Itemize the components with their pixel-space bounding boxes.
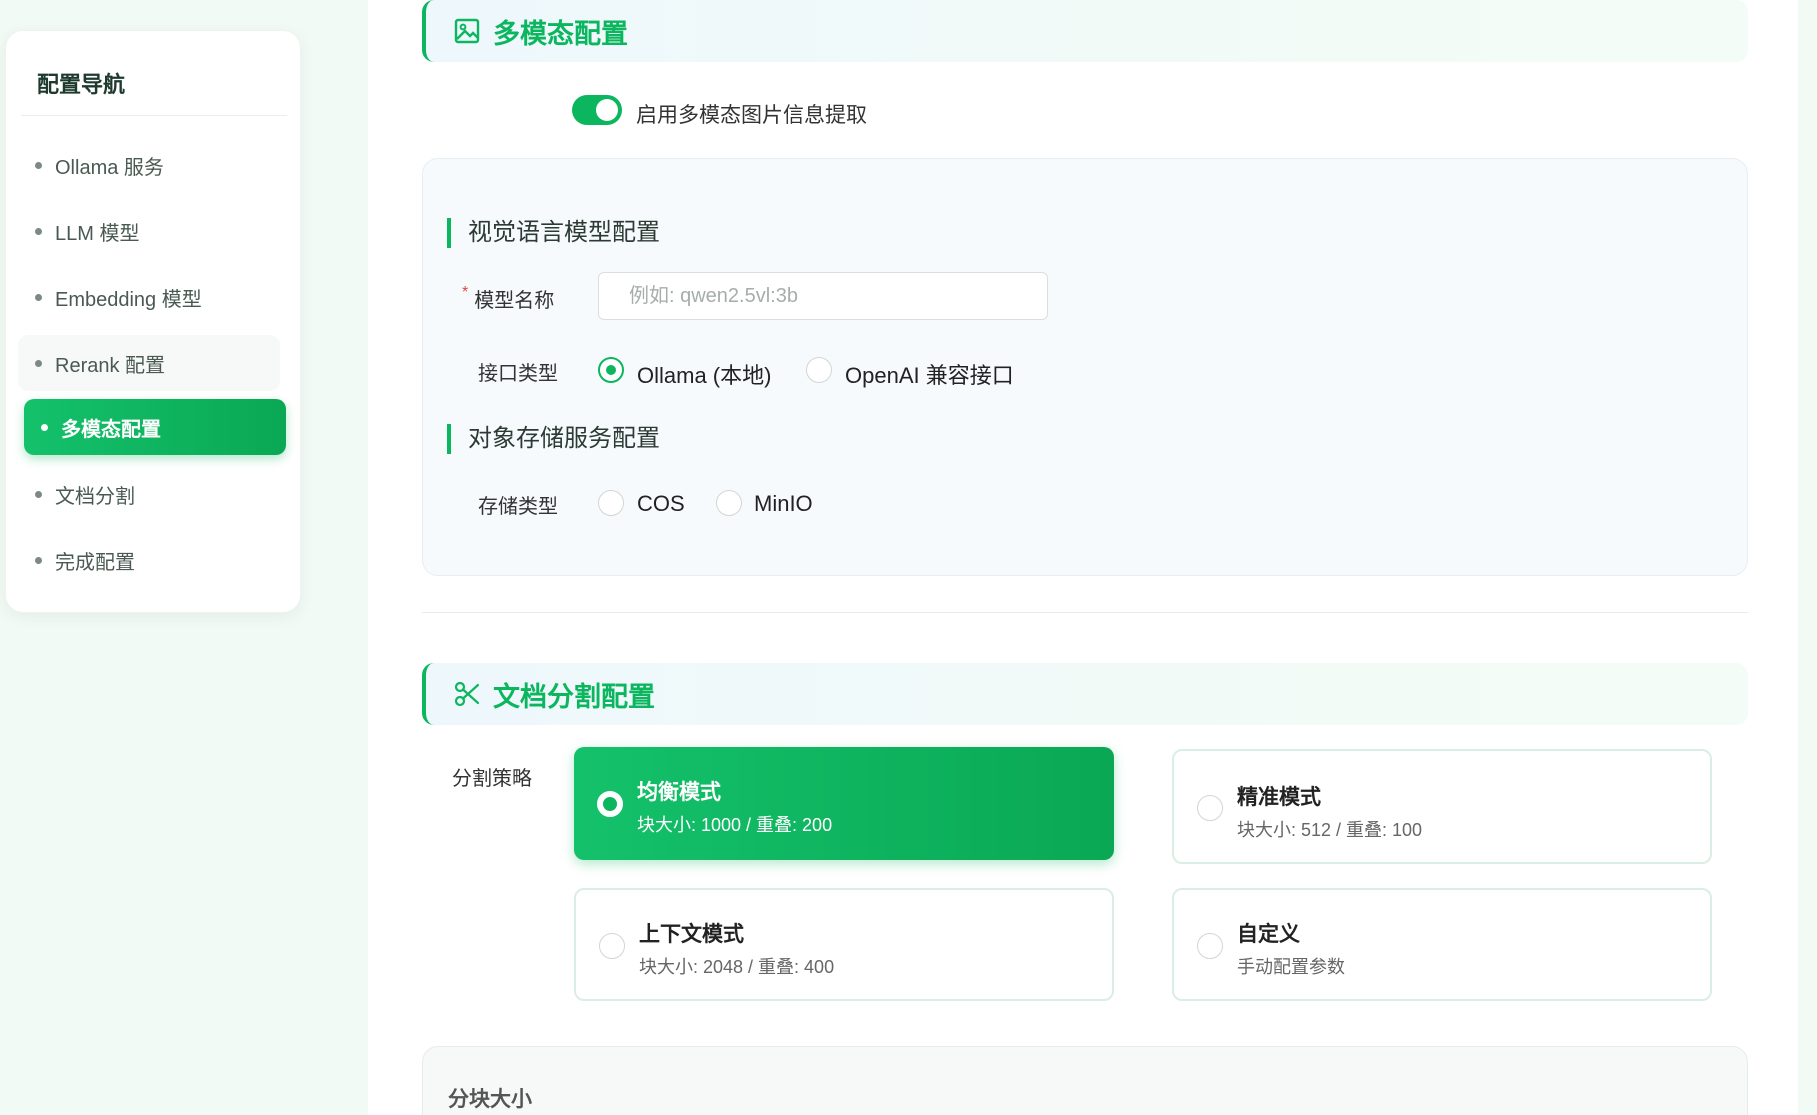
- strategy-title: 精准模式: [1237, 786, 1321, 809]
- section-title: 文档分割配置: [493, 681, 655, 712]
- strategy-radio: [597, 791, 623, 817]
- model-name-label: * 模型名称: [462, 284, 554, 313]
- sidebar-item-llm[interactable]: LLM 模型: [18, 203, 280, 259]
- page: 配置导航 Ollama 服务 LLM 模型 Embedding 模型 Reran…: [0, 0, 1817, 1115]
- radio-ollama-label[interactable]: Ollama (本地): [637, 358, 771, 390]
- model-name-input[interactable]: [598, 272, 1048, 320]
- radio-openai[interactable]: [806, 357, 832, 383]
- sidebar-item-multimodal[interactable]: 多模态配置: [24, 399, 286, 455]
- multimodal-enable-toggle[interactable]: [572, 95, 622, 125]
- section-header-multimodal: 多模态配置: [422, 0, 1748, 62]
- sidebar-item-label: Embedding 模型: [55, 288, 202, 311]
- split-strategy-label: 分割策略: [452, 768, 532, 790]
- radio-cos-label[interactable]: COS: [637, 491, 685, 517]
- strategy-radio: [1197, 933, 1223, 959]
- sidebar-item-doc-split[interactable]: 文档分割: [18, 466, 280, 522]
- strategy-radio: [599, 933, 625, 959]
- interface-type-label: 接口类型: [478, 363, 558, 385]
- sidebar-item-finish[interactable]: 完成配置: [18, 532, 280, 588]
- strategy-desc: 块大小: 1000 / 重叠: 200: [637, 815, 833, 835]
- radio-minio-label[interactable]: MinIO: [754, 491, 813, 517]
- strategy-title: 均衡模式: [637, 781, 721, 804]
- strategy-title: 上下文模式: [639, 923, 744, 946]
- bullet-icon: [41, 423, 48, 431]
- strategy-card-context[interactable]: 上下文模式 块大小: 2048 / 重叠: 400: [574, 888, 1114, 1001]
- section-title: 多模态配置: [493, 18, 628, 49]
- bullet-icon: [35, 227, 42, 235]
- bullet-icon: [35, 359, 42, 367]
- sidebar-item-label: 多模态配置: [61, 418, 161, 441]
- sidebar-item-label: LLM 模型: [55, 222, 140, 245]
- radio-minio[interactable]: [716, 490, 742, 516]
- bullet-icon: [35, 556, 42, 564]
- radio-cos[interactable]: [598, 490, 624, 516]
- model-name-label-text: 模型名称: [474, 290, 555, 312]
- sidebar-item-label: 文档分割: [55, 485, 135, 508]
- scissors-icon: [453, 680, 481, 708]
- sidebar-item-rerank[interactable]: Rerank 配置: [18, 335, 280, 391]
- toggle-knob: [596, 99, 618, 121]
- bullet-icon: [35, 490, 42, 498]
- strategy-card-precise[interactable]: 精准模式 块大小: 512 / 重叠: 100: [1172, 749, 1712, 864]
- toggle-label: 启用多模态图片信息提取: [636, 104, 867, 127]
- section-divider: [422, 612, 1748, 613]
- sidebar-item-label: 完成配置: [55, 551, 135, 574]
- section-header-splitting: 文档分割配置: [422, 663, 1748, 725]
- radio-ollama[interactable]: [598, 357, 624, 383]
- strategy-card-balanced[interactable]: 均衡模式 块大小: 1000 / 重叠: 200: [574, 747, 1114, 860]
- image-icon: [453, 17, 481, 45]
- radio-openai-label[interactable]: OpenAI 兼容接口: [845, 358, 1014, 390]
- strategy-desc: 手动配置参数: [1237, 957, 1345, 977]
- strategy-radio: [1197, 795, 1223, 821]
- strategy-desc: 块大小: 2048 / 重叠: 400: [639, 957, 835, 977]
- storage-config-subtitle: 对象存储服务配置: [447, 424, 660, 454]
- sidebar-divider: [21, 115, 287, 116]
- sidebar-item-label: Rerank 配置: [55, 354, 166, 377]
- sidebar-item-label: Ollama 服务: [55, 156, 164, 179]
- vlm-config-subtitle: 视觉语言模型配置: [447, 218, 660, 248]
- bullet-icon: [35, 293, 42, 301]
- storage-type-label: 存储类型: [478, 496, 558, 518]
- chunk-size-panel: [422, 1046, 1748, 1115]
- sidebar-title: 配置导航: [37, 72, 126, 97]
- strategy-desc: 块大小: 512 / 重叠: 100: [1237, 820, 1423, 840]
- sidebar-item-embedding[interactable]: Embedding 模型: [18, 269, 280, 325]
- chunk-size-label: 分块大小: [448, 1088, 532, 1111]
- bullet-icon: [35, 161, 42, 169]
- strategy-title: 自定义: [1237, 923, 1300, 946]
- strategy-card-custom[interactable]: 自定义 手动配置参数: [1172, 888, 1712, 1001]
- sidebar-item-ollama[interactable]: Ollama 服务: [18, 137, 280, 193]
- required-mark: *: [462, 284, 469, 301]
